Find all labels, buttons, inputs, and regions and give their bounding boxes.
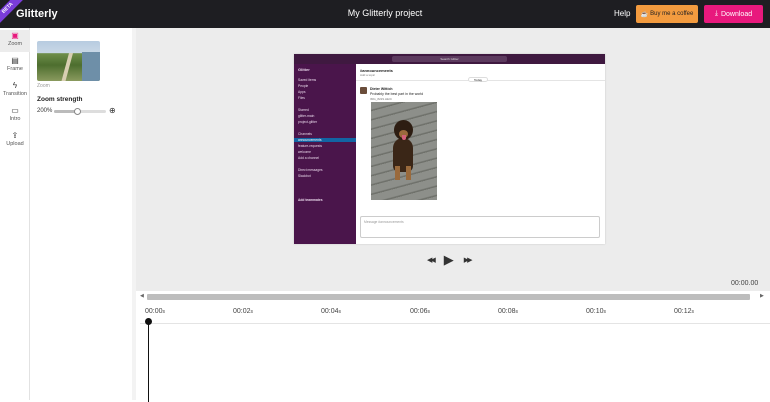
- frame-icon: ▤: [11, 56, 19, 65]
- slack-nav-item: welcome: [298, 150, 312, 154]
- slack-titlebar: Search Glitter: [294, 54, 605, 64]
- slack-nav-item: Add teammates: [298, 198, 323, 202]
- slack-nav-item: Slackbot: [298, 174, 311, 178]
- slack-composer: Message #announcements: [360, 216, 600, 238]
- rail-item-zoom[interactable]: ▣ Zoom: [0, 30, 30, 52]
- player-controls: ◀◀ ▶ ▶▶: [427, 252, 473, 268]
- slack-channel-topic: Add a topic: [360, 73, 376, 77]
- timeline[interactable]: 00:00s 00:02s 00:04s 00:06s 00:08s 00:10…: [140, 302, 770, 402]
- slack-avatar: [360, 87, 367, 94]
- play-icon[interactable]: ▶: [444, 252, 454, 268]
- thumbnail-caption: Zoom: [37, 83, 50, 89]
- thumbnail-sea: [82, 52, 100, 81]
- rail-item-frame[interactable]: ▤ Frame: [0, 55, 30, 77]
- slack-message: Probably the best part in the world: [370, 92, 424, 96]
- zoom-thumbnail[interactable]: [37, 41, 100, 81]
- time-tick: 00:12s: [674, 308, 695, 315]
- scrollbar-thumb[interactable]: [147, 294, 750, 300]
- timeline-ruler: 00:00s 00:02s 00:04s 00:06s 00:08s 00:10…: [140, 302, 770, 324]
- download-label: Download: [720, 10, 753, 18]
- dog-tongue: [402, 135, 406, 140]
- dog-photo: [371, 102, 437, 200]
- slack-workspace: Glitter: [298, 67, 310, 72]
- zoom-icon: ▣: [11, 31, 19, 40]
- time-tick: 00:08s: [498, 308, 519, 315]
- slack-nav-item: Direct messages: [298, 168, 323, 172]
- zoom-strength-label: Zoom strength: [37, 96, 83, 103]
- upload-icon: ⇪: [11, 131, 19, 140]
- slack-nav-item: glitter-main: [298, 114, 315, 118]
- rail-label-frame: Frame: [7, 66, 23, 72]
- top-bar: BETA Glitterly My Glitterly project Help…: [0, 0, 770, 28]
- time-tick: 00:06s: [410, 308, 431, 315]
- slack-nav-item: Channels: [298, 132, 312, 136]
- transition-icon: ϟ: [12, 81, 18, 90]
- time-tick: 00:04s: [321, 308, 342, 315]
- rail-label-upload: Upload: [6, 141, 24, 147]
- slack-nav-item: project-glitter: [298, 120, 318, 124]
- tool-rail: ▣ Zoom ▤ Frame ϟ Transition ▭ Intro ⇪ Up…: [0, 28, 30, 400]
- slack-file-name: IMG_8229.HEIC: [370, 97, 393, 101]
- slack-date-pill: Today: [468, 77, 488, 82]
- time-tick: 00:10s: [586, 308, 607, 315]
- duration-readout: 00:00.00: [731, 280, 759, 287]
- download-button[interactable]: ⤓ Download: [704, 5, 763, 23]
- slack-nav-item: Apps: [298, 90, 306, 94]
- slack-nav-item: feature-requests: [298, 144, 323, 148]
- rail-item-intro[interactable]: ▭ Intro: [0, 105, 30, 127]
- timeline-scrollbar[interactable]: ◀ ▶: [140, 293, 770, 301]
- camera-icon: ▭: [11, 106, 19, 115]
- video-preview-frame: Search Glitter Glitter Saved items Peopl…: [294, 54, 605, 244]
- slack-main: #announcements Add a topic Today Dieter …: [356, 64, 605, 244]
- slack-composer-placeholder: Message #announcements: [364, 220, 404, 224]
- slack-search-bar: Search Glitter: [392, 56, 507, 62]
- slider-handle[interactable]: [74, 108, 82, 115]
- slack-nav-item: Starred: [298, 108, 309, 112]
- scroll-right-icon[interactable]: ▶: [760, 293, 764, 299]
- zoom-panel: Zoom Zoom strength 200% ⊕: [30, 28, 136, 400]
- slack-author: Dieter Wittich: [370, 87, 393, 91]
- thumbnail-road: [60, 53, 74, 81]
- dog-leg: [395, 166, 400, 180]
- rail-item-upload[interactable]: ⇪ Upload: [0, 130, 30, 152]
- coffee-icon: ☕: [640, 11, 649, 18]
- slack-nav-item: Saved items: [298, 78, 317, 82]
- slack-nav-item-active: announcements: [294, 138, 356, 142]
- zoom-strength-value: 200%: [37, 108, 53, 114]
- rail-label-intro: Intro: [9, 116, 21, 122]
- dog-leg: [406, 166, 411, 180]
- time-tick: 00:02s: [233, 308, 254, 315]
- slack-sidebar: Glitter Saved items People Apps Files St…: [294, 64, 356, 244]
- zoom-in-icon[interactable]: ⊕: [109, 106, 116, 115]
- rail-item-transition[interactable]: ϟ Transition: [0, 80, 30, 102]
- zoom-strength-slider[interactable]: [54, 108, 106, 115]
- buy-coffee-button[interactable]: ☕ Buy me a coffee: [636, 5, 698, 23]
- scroll-left-icon[interactable]: ◀: [140, 293, 144, 299]
- fast-forward-icon[interactable]: ▶▶: [464, 256, 473, 264]
- slack-nav-item: Files: [298, 96, 305, 100]
- help-link[interactable]: Help: [614, 9, 630, 18]
- rail-label-zoom: Zoom: [7, 41, 23, 47]
- buy-coffee-label: Buy me a coffee: [650, 11, 694, 17]
- rewind-icon[interactable]: ◀◀: [427, 256, 436, 264]
- slack-nav-item: People: [298, 84, 309, 88]
- time-tick: 00:00s: [145, 308, 166, 315]
- download-icon: ⤓: [714, 10, 718, 17]
- rail-label-transition: Transition: [3, 91, 27, 97]
- slack-nav-item: Add a channel: [298, 156, 320, 160]
- playhead-line[interactable]: [148, 322, 149, 402]
